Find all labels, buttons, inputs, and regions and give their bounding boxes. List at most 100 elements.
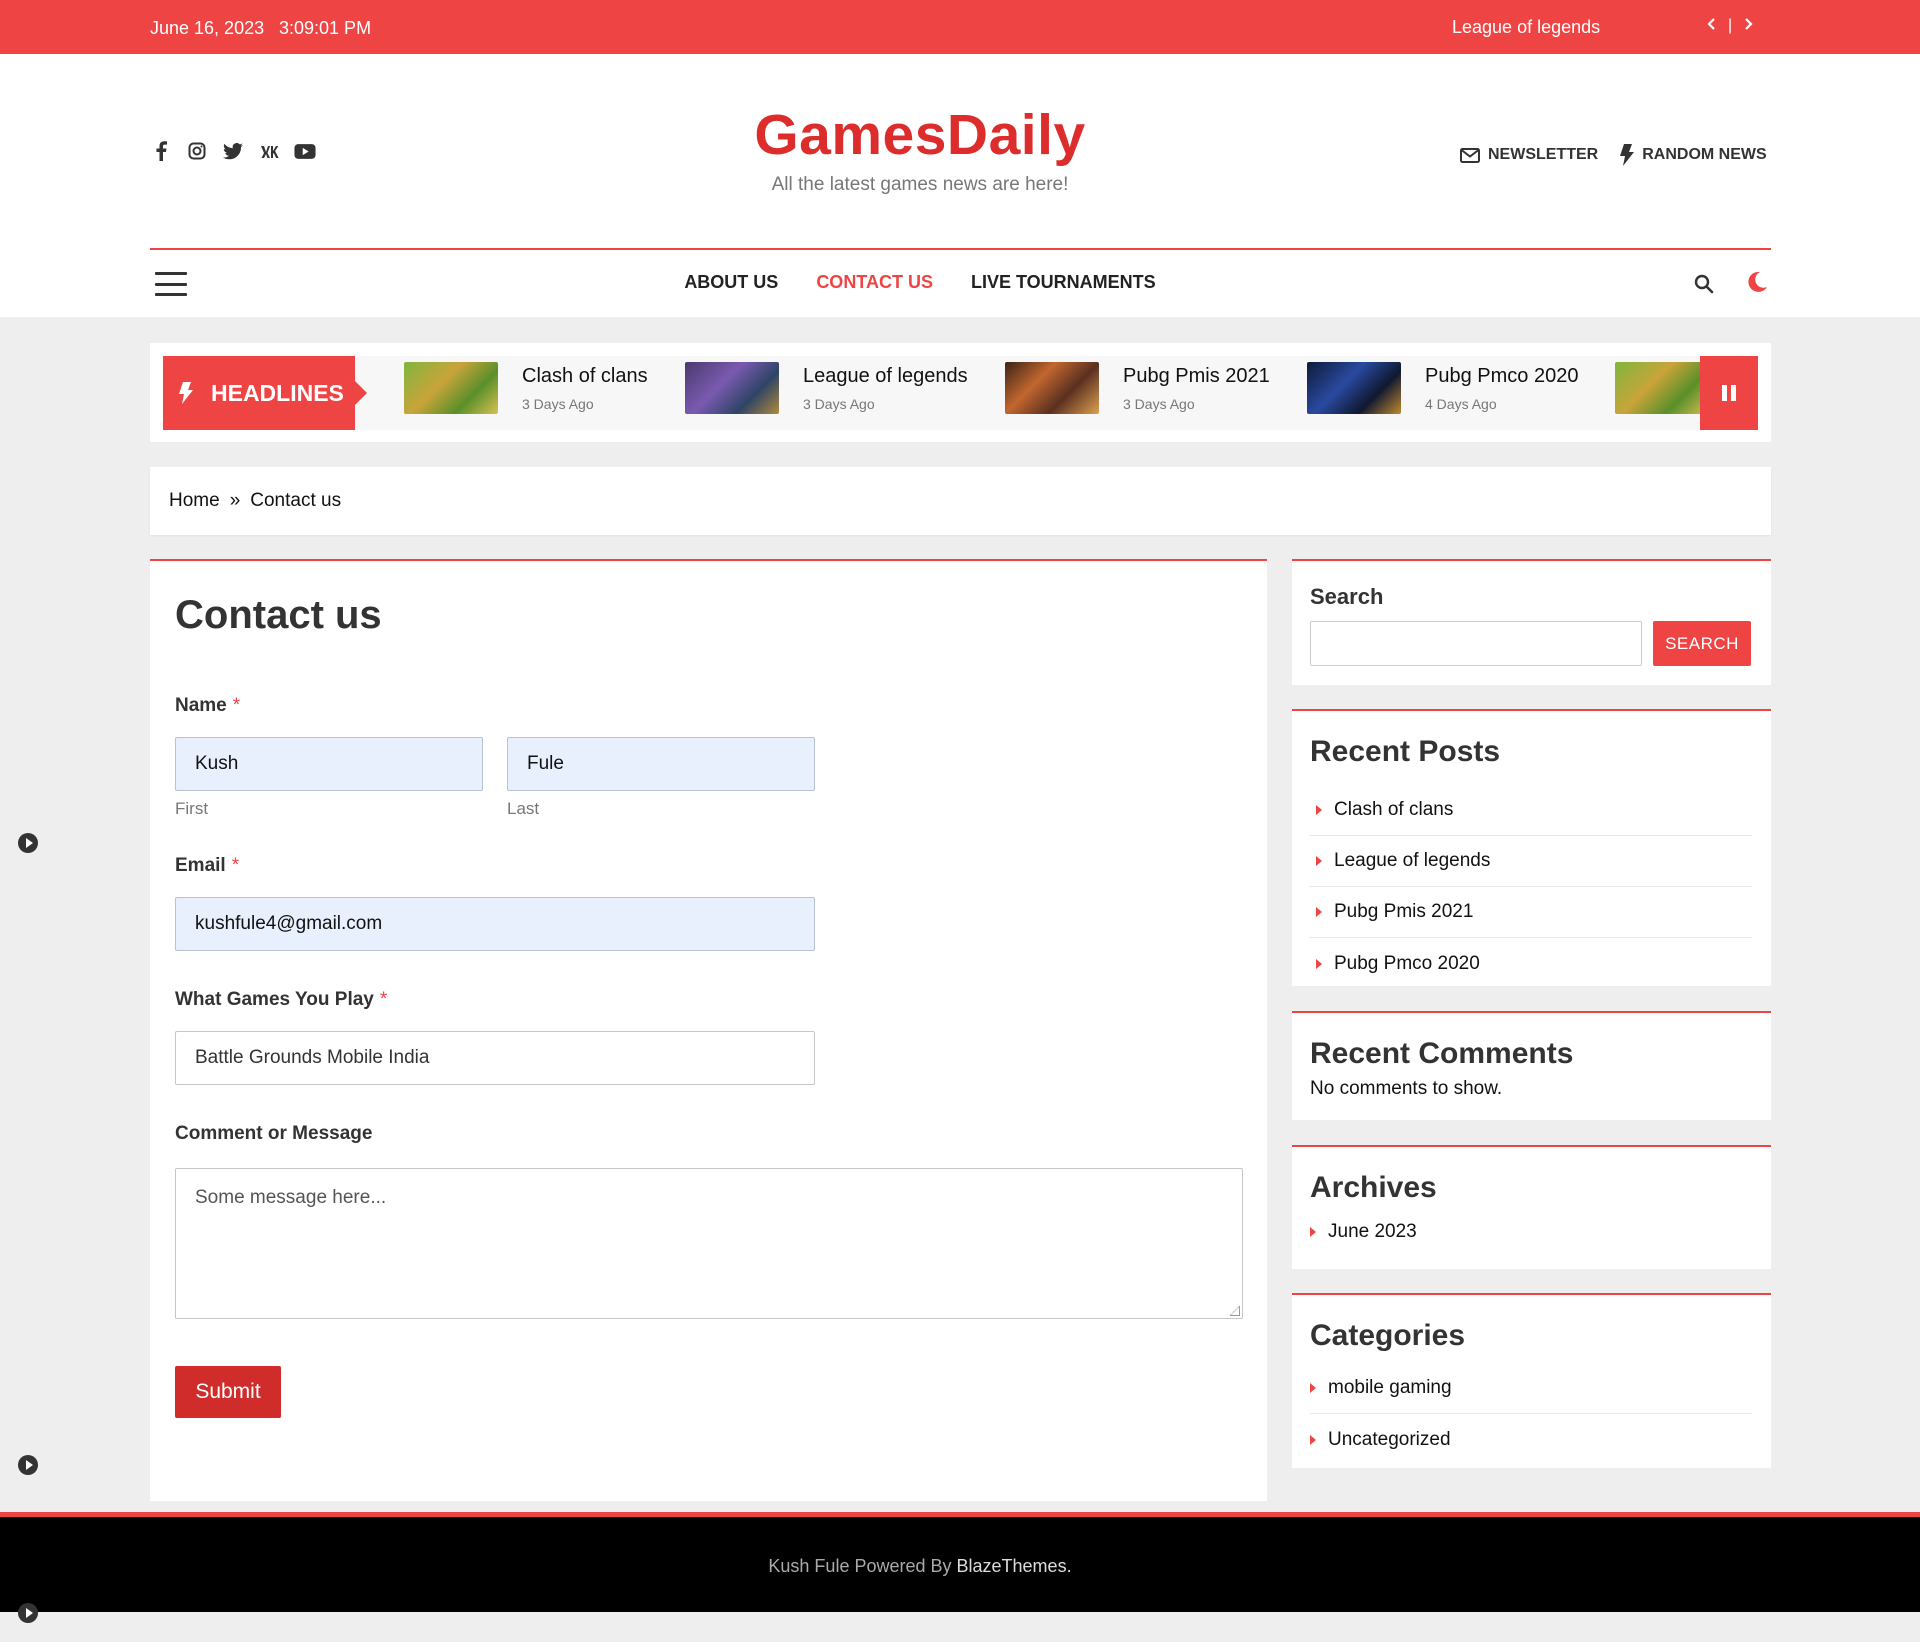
chevron-left-icon[interactable] [1706,14,1718,37]
header-links: NEWSLETTER RANDOM NEWS [1460,144,1767,166]
contact-form-card: Contact us Name * Kush Fule First Last Em… [150,559,1267,1501]
search-input[interactable] [1310,621,1642,666]
top-date: June 16, 2023 [150,18,265,38]
search-icon[interactable] [1694,274,1714,299]
random-news-link[interactable]: RANDOM NEWS [1620,144,1767,166]
nav-item-contact-us[interactable]: CONTACT US [816,272,933,293]
headline-item[interactable]: Clash of clans 3 Days Ago [404,362,648,424]
games-label: What Games You Play * [175,989,388,1010]
breadcrumb-separator: » [229,490,241,511]
newsletter-label: NEWSLETTER [1488,146,1599,163]
site-tagline: All the latest games news are here! [771,174,1069,195]
last-name-sublabel: Last [507,799,540,818]
ticker-separator: | [1728,16,1733,34]
no-comments-text: No comments to show. [1310,1078,1503,1099]
caret-right-icon [1310,1382,1316,1393]
search-button[interactable]: SEARCH [1653,621,1751,666]
first-name-field[interactable]: Kush [175,737,483,791]
categories-widget: Categories mobile gaming Uncategorized [1292,1293,1771,1468]
recent-posts-title: Recent Posts [1310,735,1501,768]
search-widget-title: Search [1310,584,1384,609]
archives-list: June 2023 [1310,1215,1752,1249]
headline-title: Pubg Pmis 2021 [1123,365,1270,387]
archive-item[interactable]: June 2023 [1310,1215,1752,1249]
newsletter-link[interactable]: NEWSLETTER [1460,144,1598,166]
caret-right-icon [1310,1227,1316,1237]
top-bar: June 16, 2023 3:09:01 PM League of legen… [0,0,1920,54]
caret-right-icon [1316,805,1322,815]
ticker-headline[interactable]: League of legends [1452,17,1600,38]
submit-button[interactable]: Submit [175,1366,281,1418]
footer-text: Kush Fule Powered By [768,1556,952,1576]
first-name-sublabel: First [175,799,209,818]
headlines-ticker: HEADLINES Clash of clans 3 Days Ago Leag… [150,343,1771,442]
bolt-icon [1620,144,1635,166]
random-news-label: RANDOM NEWS [1642,146,1767,163]
page-bottom [0,1612,1920,1642]
breadcrumb-home[interactable]: Home [169,490,220,512]
message-textarea[interactable]: Some message here... [175,1168,1243,1319]
archives-title: Archives [1310,1171,1437,1204]
headline-thumbnail [1005,362,1099,414]
footer-link[interactable]: BlazeThemes. [957,1556,1072,1576]
message-label: Comment or Message [175,1123,373,1144]
category-item[interactable]: mobile gaming [1310,1362,1752,1414]
recent-posts-widget: Recent Posts Clash of clans League of le… [1292,709,1771,986]
categories-title: Categories [1310,1319,1466,1352]
recent-post-item[interactable]: Pubg Pmco 2020 [1310,938,1752,989]
footer-credit: Kush Fule Powered By BlazeThemes. [0,1556,1840,1577]
page-title: Contact us [175,593,382,637]
headlines-label-text: HEADLINES [211,379,344,406]
headline-thumbnail [685,362,779,414]
bolt-icon [179,382,193,404]
name-label: Name * [175,695,241,716]
email-label: Email * [175,855,240,876]
recent-posts-list: Clash of clans League of legends Pubg Pm… [1310,785,1752,989]
headline-item[interactable]: Pubg Pmis 2021 3 Days Ago [1005,362,1270,424]
recent-comments-widget: Recent Comments No comments to show. [1292,1011,1771,1120]
headline-item[interactable]: Pubg Pmco 2020 4 Days Ago [1307,362,1578,424]
caret-right-icon [1316,856,1322,866]
headline-thumbnail [1307,362,1401,414]
headline-item[interactable]: League of legends 3 Days Ago [685,362,968,424]
headline-thumbnail [1615,362,1709,414]
envelope-icon [1460,147,1480,163]
play-icon[interactable] [18,1603,38,1623]
main-navigation: ABOUT US CONTACT US LIVE TOURNAMENTS [0,250,1920,317]
headline-title: Pubg Pmco 2020 [1425,365,1579,387]
top-time: 3:09:01 PM [279,18,372,38]
nav-item-about-us[interactable]: ABOUT US [684,272,778,293]
recent-post-item[interactable]: Clash of clans [1310,785,1752,836]
recent-post-item[interactable]: Pubg Pmis 2021 [1310,887,1752,938]
breadcrumb: Home » Contact us [150,467,1771,535]
headline-date: 3 Days Ago [803,396,875,412]
chevron-right-icon[interactable] [1742,14,1754,37]
caret-right-icon [1316,907,1322,917]
breadcrumb-current: Contact us [250,490,342,511]
pause-icon[interactable] [1700,356,1758,430]
headline-date: 4 Days Ago [1425,396,1497,412]
dark-mode-moon-icon[interactable] [1746,271,1768,298]
recent-comments-title: Recent Comments [1310,1037,1574,1070]
headline-date: 3 Days Ago [1123,396,1195,412]
headlines-label: HEADLINES [163,356,367,430]
caret-right-icon [1310,1435,1316,1445]
last-name-field[interactable]: Fule [507,737,815,791]
headline-title: Clash of clans [522,365,648,387]
play-icon[interactable] [18,1455,38,1475]
site-header: GamesDaily All the latest games news are… [0,54,1920,317]
games-field[interactable]: Battle Grounds Mobile India [175,1031,815,1085]
headline-item[interactable] [1615,362,1709,424]
headline-date: 3 Days Ago [522,396,594,412]
ticker-controls: | [1706,14,1754,37]
search-widget: Search SEARCH [1292,559,1771,685]
recent-post-item[interactable]: League of legends [1310,836,1752,887]
headline-thumbnail [404,362,498,414]
caret-right-icon [1316,958,1322,969]
play-icon[interactable] [18,833,38,853]
site-footer: Kush Fule Powered By BlazeThemes. [0,1512,1920,1612]
headline-title: League of legends [803,365,968,387]
category-item[interactable]: Uncategorized [1310,1414,1752,1466]
email-field[interactable]: kushfule4@gmail.com [175,897,815,951]
nav-item-live-tournaments[interactable]: LIVE TOURNAMENTS [971,272,1156,293]
